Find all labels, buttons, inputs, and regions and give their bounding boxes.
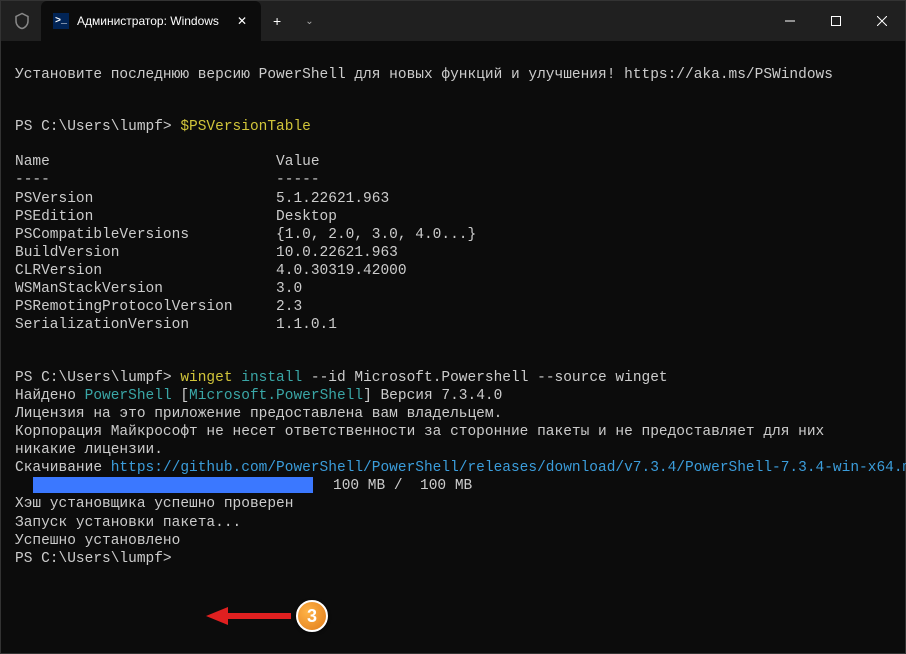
prompt-line-1: PS C:\Users\lumpf> $PSVersionTable <box>15 118 891 136</box>
prompt-line-2: PS C:\Users\lumpf> winget install --id M… <box>15 369 891 387</box>
powershell-icon: >_ <box>53 13 69 29</box>
download-line: Скачивание https://github.com/PowerShell… <box>15 459 891 477</box>
progress-line: 100 MB / 100 MB <box>15 477 891 495</box>
close-button[interactable] <box>859 1 905 41</box>
progress-bar <box>33 477 313 493</box>
new-tab-button[interactable]: + <box>261 1 293 41</box>
table-row: PSCompatibleVersions {1.0, 2.0, 3.0, 4.0… <box>15 226 891 244</box>
table-row: WSManStackVersion 3.0 <box>15 280 891 298</box>
tab-close-button[interactable]: ✕ <box>233 12 251 30</box>
banner-line: Установите последнюю версию PowerShell д… <box>15 66 891 84</box>
license-line-3: никакие лицензии. <box>15 441 891 459</box>
progress-text: 100 MB / 100 MB <box>333 478 472 494</box>
command-2-install: install <box>241 370 311 386</box>
command-1: $PSVersionTable <box>180 119 311 135</box>
table-row: PSEdition Desktop <box>15 208 891 226</box>
hash-line: Хэш установщика успешно проверен <box>15 495 891 513</box>
table-header: Name Value <box>15 153 891 171</box>
command-2-winget: winget <box>180 370 241 386</box>
maximize-button[interactable] <box>813 1 859 41</box>
success-line: Успешно установлено <box>15 532 891 550</box>
starting-line: Запуск установки пакета... <box>15 514 891 532</box>
shield-icon <box>13 12 31 30</box>
table-row: PSVersion 5.1.22621.963 <box>15 190 891 208</box>
tab-dropdown-button[interactable]: ⌄ <box>293 1 325 41</box>
window-controls <box>767 1 905 41</box>
minimize-button[interactable] <box>767 1 813 41</box>
found-line: Найдено PowerShell [Microsoft.PowerShell… <box>15 387 891 405</box>
table-row: PSRemotingProtocolVersion 2.3 <box>15 298 891 316</box>
tab-title: Администратор: Windows Po <box>77 14 223 28</box>
table-row: BuildVersion 10.0.22621.963 <box>15 244 891 262</box>
annotation-callout: 3 <box>206 600 328 632</box>
license-line-2: Корпорация Майкрософт не несет ответстве… <box>15 423 891 441</box>
license-line-1: Лицензия на это приложение предоставлена… <box>15 405 891 423</box>
arrow-icon <box>206 605 296 627</box>
active-tab[interactable]: >_ Администратор: Windows Po ✕ <box>41 1 261 41</box>
table-dashes: ---- ----- <box>15 171 891 189</box>
download-url: https://github.com/PowerShell/PowerShell… <box>111 460 906 476</box>
terminal-content[interactable]: Установите последнюю версию PowerShell д… <box>1 41 905 653</box>
titlebar: >_ Администратор: Windows Po ✕ + ⌄ <box>1 1 905 41</box>
table-row: CLRVersion 4.0.30319.42000 <box>15 262 891 280</box>
titlebar-left: >_ Администратор: Windows Po ✕ + ⌄ <box>1 1 326 41</box>
prompt-line-3: PS C:\Users\lumpf> <box>15 550 891 568</box>
annotation-badge: 3 <box>296 600 328 632</box>
table-row: SerializationVersion 1.1.0.1 <box>15 316 891 334</box>
